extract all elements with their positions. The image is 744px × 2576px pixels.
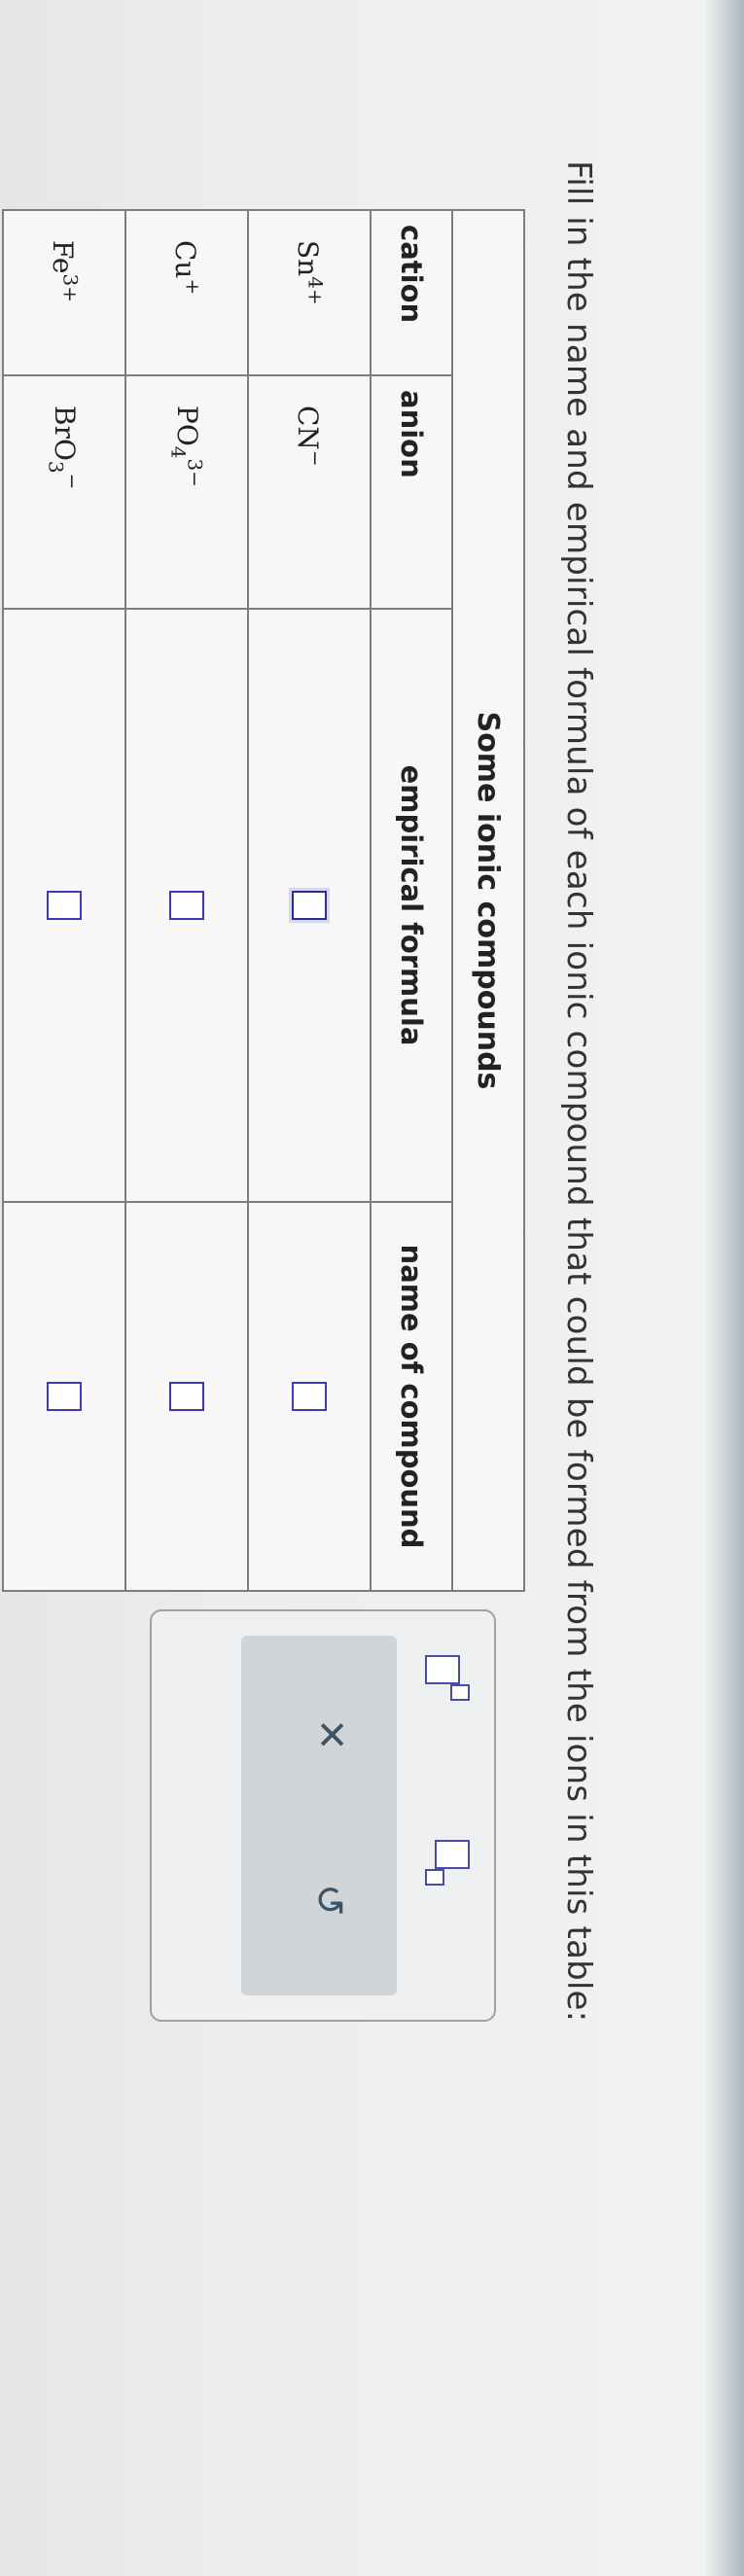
empirical-formula-input[interactable] (291, 891, 327, 920)
anion-cell: CN− (248, 375, 371, 609)
clear-icon[interactable]: ✕ (308, 1718, 353, 1751)
screen: Fill in the name and empirical formula o… (0, 0, 744, 2576)
table-row: Fe3+ BrO3− (3, 210, 125, 1592)
subscript-button[interactable] (423, 1840, 470, 1888)
anion-cell: BrO3− (3, 375, 125, 609)
compound-name-input[interactable] (46, 1382, 82, 1411)
subscript-small-box-icon (425, 1869, 444, 1886)
header-anion: anion (371, 375, 452, 609)
formula-tool-panel: ✕ ↺ (150, 1609, 496, 2022)
instruction-text: Fill in the name and empirical formula o… (559, 160, 598, 2023)
undo-icon[interactable]: ↺ (306, 1884, 351, 1917)
anion-base: BrO (49, 406, 82, 461)
cation-base: Cu (168, 240, 201, 279)
anion-charge: − (60, 473, 85, 490)
header-cation: cation (371, 210, 452, 375)
cation-symbol: Sn4+ (291, 240, 328, 305)
compound-name-cell (3, 1202, 125, 1592)
anion-symbol: BrO3− (45, 406, 85, 490)
cation-symbol: Fe3+ (46, 240, 83, 302)
subscript-box-icon (435, 1840, 470, 1869)
anion-subscript: 3 (44, 460, 68, 474)
cation-cell: Cu+ (125, 210, 248, 375)
anion-charge: − (303, 449, 328, 467)
anion-symbol: PO43− (167, 406, 207, 488)
anion-charge: 3− (183, 458, 207, 488)
table-row: Cu+ PO43− (125, 210, 248, 1592)
anion-base: PO (171, 406, 204, 446)
cation-symbol: Cu+ (168, 240, 205, 296)
superscript-box-icon (425, 1655, 460, 1684)
action-bar: ✕ ↺ (241, 1636, 397, 1995)
superscript-small-box-icon (450, 1684, 470, 1701)
anion-subscript: 4 (166, 445, 191, 459)
header-name-of-compound: name of compound (371, 1202, 452, 1592)
compound-name-cell (125, 1202, 248, 1592)
empirical-formula-input[interactable] (168, 891, 204, 920)
compound-name-cell (248, 1202, 371, 1592)
cation-base: Fe (46, 240, 79, 274)
ionic-compounds-table: Some ionic compounds cation anion empiri… (2, 209, 525, 1593)
table-row: Sn4+ CN− (248, 210, 371, 1592)
cation-charge: 3+ (58, 273, 83, 302)
compound-name-input[interactable] (291, 1382, 327, 1411)
empirical-formula-cell (125, 609, 248, 1202)
cation-cell: Sn4+ (248, 210, 371, 375)
empirical-formula-cell (3, 609, 125, 1202)
cation-base: Sn (291, 240, 324, 277)
table-caption: Some ionic compounds (452, 210, 524, 1592)
cation-cell: Fe3+ (3, 210, 125, 375)
empirical-formula-input[interactable] (46, 891, 82, 920)
cation-charge: 4+ (303, 276, 328, 305)
anion-symbol: CN− (291, 406, 328, 467)
empirical-formula-cell (248, 609, 371, 1202)
anion-cell: PO43− (125, 375, 248, 609)
anion-base: CN (291, 406, 324, 450)
compound-name-input[interactable] (168, 1382, 204, 1411)
cation-charge: + (181, 278, 205, 296)
header-empirical-formula: empirical formula (371, 609, 452, 1202)
superscript-button[interactable] (425, 1655, 470, 1704)
